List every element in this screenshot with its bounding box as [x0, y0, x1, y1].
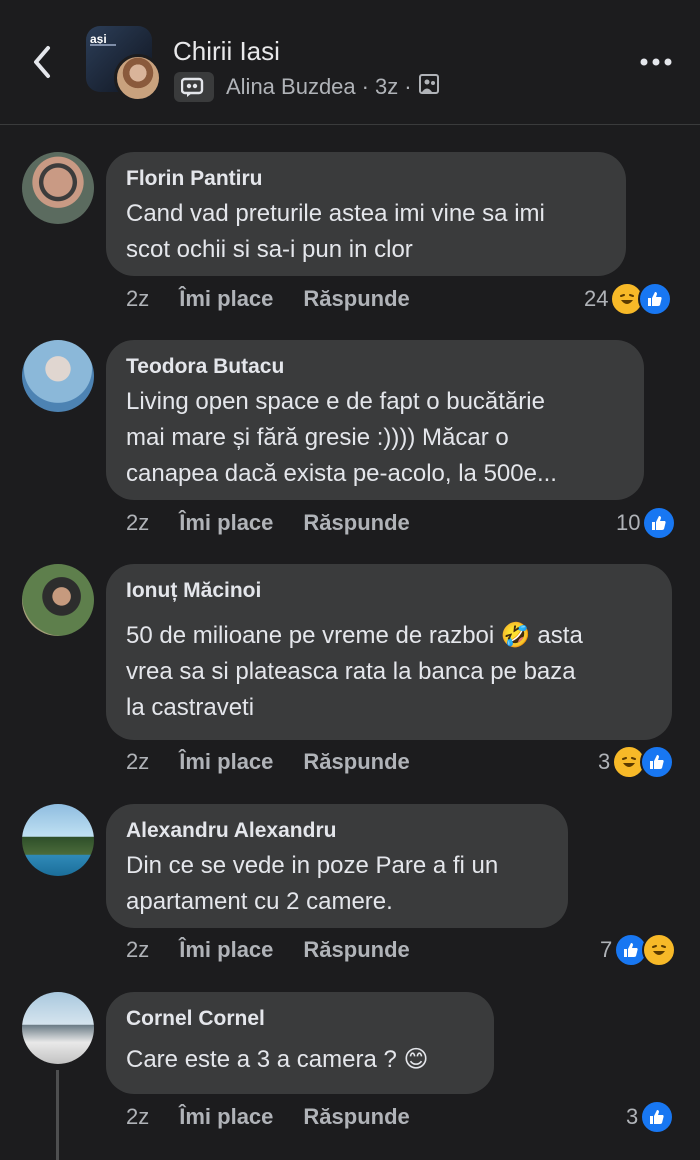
comment-time: 2z — [126, 286, 150, 311]
comment-time: 2z — [126, 937, 150, 962]
comment-bubble: Florin Pantiru Cand vad preturile astea … — [106, 152, 626, 276]
comment-actions: 2z Îmi place Răspunde — [126, 286, 410, 312]
comment-line: scot ochii si sa-i pun in clor — [126, 236, 413, 263]
comment-text: Cand vad preturile astea imi vine sa imi… — [126, 196, 606, 268]
like-reaction-icon — [640, 1100, 675, 1134]
commenter-avatar[interactable] — [22, 564, 94, 636]
reply-button[interactable]: Răspunde — [303, 286, 409, 312]
comment-actions: 2z Îmi place Răspunde — [126, 510, 410, 536]
group-privacy-icon — [418, 73, 440, 101]
comment-text: Care este a 3 a camera ? 😊 — [126, 1042, 474, 1078]
comment-line: apartament cu 2 camere. — [126, 888, 393, 915]
comment-time: 2z — [126, 1104, 150, 1129]
author-name[interactable]: Alina Buzdea — [226, 74, 356, 100]
like-reaction-icon — [638, 282, 673, 316]
comment-line: Care este a 3 a camera ? 😊 — [126, 1046, 429, 1073]
reaction-summary[interactable]: 7 — [600, 933, 677, 967]
reply-thread-line — [56, 1070, 59, 1160]
like-reaction-icon — [642, 506, 677, 540]
commenter-name[interactable]: Teodora Butacu — [126, 354, 624, 380]
comment-text: 50 de milioane pe vreme de razboi 🤣 asta… — [126, 618, 652, 726]
commenter-avatar[interactable] — [22, 152, 94, 224]
comment-line: 50 de milioane pe vreme de razboi 🤣 asta — [126, 622, 583, 649]
comment-actions: 2z Îmi place Răspunde — [126, 749, 410, 775]
comment-bubble: Cornel Cornel Care este a 3 a camera ? 😊 — [106, 992, 494, 1094]
commenter-name[interactable]: Ionuț Măcinoi — [126, 578, 652, 604]
poster-avatar[interactable] — [114, 54, 162, 102]
group-badge-icon — [174, 72, 214, 102]
comment-line: Din ce se vede in poze Pare a fi un — [126, 852, 499, 879]
reaction-count: 24 — [584, 286, 609, 311]
post-header: ași Chirii Iasi Alina Buzdea · 3z · — [0, 0, 700, 125]
reply-button[interactable]: Răspunde — [303, 749, 409, 775]
comment-text: Din ce se vede in poze Pare a fi un apar… — [126, 848, 548, 920]
like-button[interactable]: Îmi place — [179, 1104, 273, 1130]
comment-time: 2z — [126, 510, 150, 535]
back-arrow-icon[interactable] — [28, 42, 58, 82]
reaction-count: 3 — [626, 1104, 639, 1129]
reply-button[interactable]: Răspunde — [303, 937, 409, 963]
group-title[interactable]: Chirii Iasi — [173, 36, 280, 67]
post-meta: Alina Buzdea · 3z · — [174, 70, 440, 104]
reaction-summary[interactable]: 24 — [584, 282, 673, 316]
reaction-count: 3 — [598, 749, 611, 774]
group-thumbnail-underline — [90, 44, 116, 46]
commenter-name[interactable]: Alexandru Alexandru — [126, 818, 548, 844]
more-options-icon[interactable] — [638, 52, 674, 77]
comment-line: mai mare și fără gresie :)))) Măcar o — [126, 424, 509, 451]
reaction-summary[interactable]: 10 — [616, 506, 677, 540]
reply-button[interactable]: Răspunde — [303, 1104, 409, 1130]
reaction-count: 7 — [600, 937, 613, 962]
comment-bubble: Teodora Butacu Living open space e de fa… — [106, 340, 644, 500]
commenter-avatar[interactable] — [22, 992, 94, 1064]
haha-reaction-icon — [642, 933, 677, 967]
like-button[interactable]: Îmi place — [179, 286, 273, 312]
commenter-name[interactable]: Florin Pantiru — [126, 166, 606, 192]
comment-bubble: Ionuț Măcinoi 50 de milioane pe vreme de… — [106, 564, 672, 740]
comment-bubble: Alexandru Alexandru Din ce se vede in po… — [106, 804, 568, 928]
separator-dot: · — [361, 74, 369, 99]
reaction-summary[interactable]: 3 — [626, 1100, 675, 1134]
comment-actions: 2z Îmi place Răspunde — [126, 937, 410, 963]
reaction-count: 10 — [616, 510, 641, 535]
comment-line: Cand vad preturile astea imi vine sa imi — [126, 200, 545, 227]
commenter-name[interactable]: Cornel Cornel — [126, 1006, 474, 1032]
like-button[interactable]: Îmi place — [179, 937, 273, 963]
comment-line: la castraveti — [126, 694, 255, 721]
separator-dot: · — [404, 74, 412, 99]
reply-button[interactable]: Răspunde — [303, 510, 409, 536]
comment-time: 2z — [126, 749, 150, 774]
commenter-avatar[interactable] — [22, 804, 94, 876]
comment-line: Living open space e de fapt o bucătărie — [126, 388, 545, 415]
comment-text: Living open space e de fapt o bucătărie … — [126, 384, 624, 492]
comment-line: vrea sa si plateasca rata la banca pe ba… — [126, 658, 576, 685]
like-reaction-icon — [640, 745, 675, 779]
like-button[interactable]: Îmi place — [179, 510, 273, 536]
post-time[interactable]: 3z — [375, 74, 398, 100]
like-button[interactable]: Îmi place — [179, 749, 273, 775]
comment-line: canapea dacă exista pe-acolo, la 500e... — [126, 460, 557, 487]
reaction-summary[interactable]: 3 — [598, 745, 675, 779]
comment-actions: 2z Îmi place Răspunde — [126, 1104, 410, 1130]
commenter-avatar[interactable] — [22, 340, 94, 412]
